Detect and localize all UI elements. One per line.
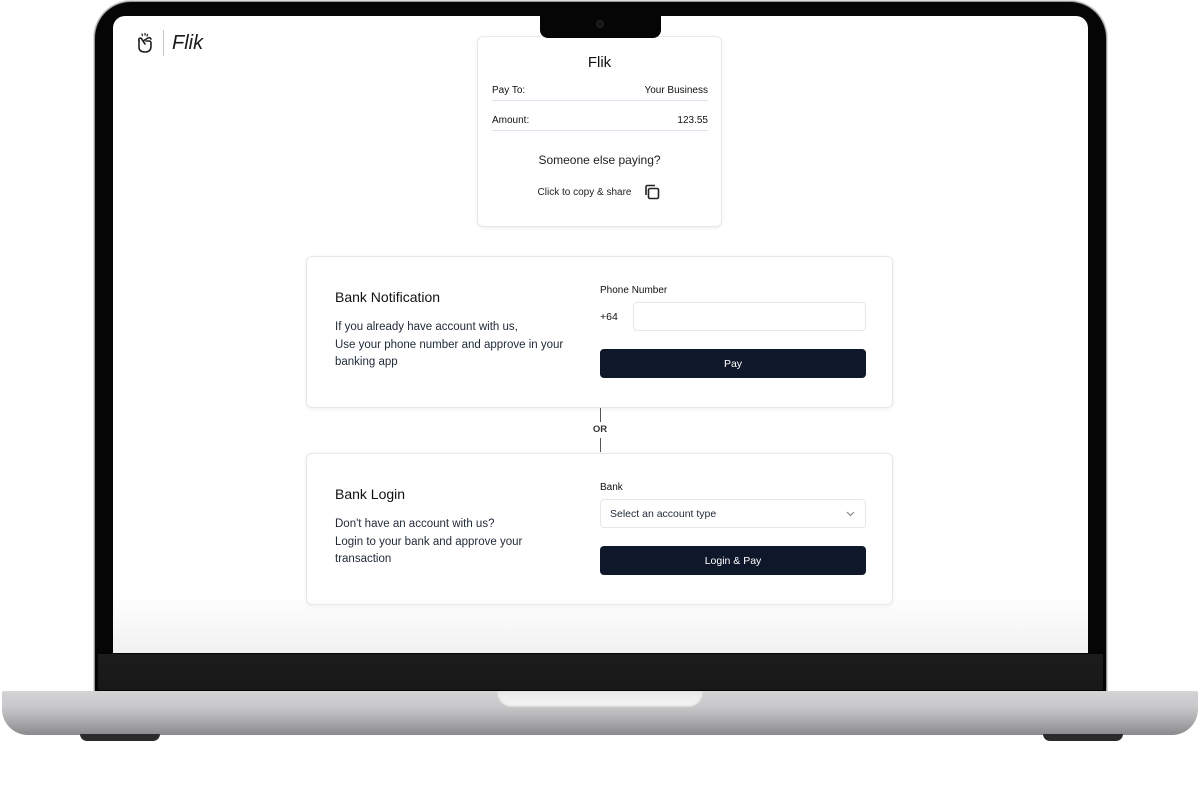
amount-value: 123.55 bbox=[677, 115, 708, 126]
logo-divider bbox=[163, 30, 164, 56]
laptop-chin bbox=[98, 654, 1103, 690]
payment-summary-card: Flik Pay To: Your Business Amount: 123.5… bbox=[477, 36, 722, 227]
logo-text: Flik bbox=[172, 31, 204, 54]
hand-snap-icon bbox=[137, 32, 152, 53]
laptop-foot bbox=[80, 734, 160, 741]
screen: Flik Flik Pay To: Your Business Amount: … bbox=[113, 16, 1088, 653]
pay-button[interactable]: Pay bbox=[600, 349, 866, 378]
bank-label: Bank bbox=[600, 482, 623, 493]
laptop-foot bbox=[1043, 734, 1123, 741]
description-line: If you already have account with us, bbox=[335, 321, 518, 333]
or-divider: OR bbox=[590, 408, 610, 453]
pay-to-value: Your Business bbox=[644, 85, 708, 96]
account-type-select[interactable]: Select an account type bbox=[600, 499, 866, 528]
bank-login-card: Bank Login Don't have an account with us… bbox=[306, 453, 893, 605]
pay-to-row: Pay To: Your Business bbox=[492, 85, 708, 101]
phone-number-label: Phone Number bbox=[600, 285, 668, 296]
pay-to-label: Pay To: bbox=[492, 85, 526, 96]
description-line: Don't have an account with us? bbox=[335, 518, 495, 530]
or-label: OR bbox=[592, 424, 608, 435]
copy-icon[interactable] bbox=[643, 183, 661, 201]
divider-line bbox=[599, 408, 601, 422]
brand-logo[interactable]: Flik bbox=[135, 30, 203, 56]
bank-notification-card: Bank Notification If you already have ac… bbox=[306, 256, 893, 408]
amount-label: Amount: bbox=[492, 115, 530, 126]
phone-number-input[interactable] bbox=[633, 302, 866, 331]
divider-line bbox=[599, 438, 601, 452]
someone-else-paying-text: Someone else paying? bbox=[538, 153, 661, 167]
camera-icon bbox=[596, 20, 604, 28]
bank-notification-description: If you already have account with us, Use… bbox=[335, 319, 575, 372]
country-code-prefix: +64 bbox=[600, 311, 618, 323]
bank-login-description: Don't have an account with us? Login to … bbox=[335, 516, 575, 569]
description-line: Use your phone number and approve in you… bbox=[335, 338, 564, 369]
copy-share-button[interactable]: Click to copy & share bbox=[478, 183, 721, 201]
description-line: Login to your bank and approve your tran… bbox=[335, 535, 523, 566]
laptop-thumb-notch bbox=[497, 691, 703, 707]
select-value: Select an account type bbox=[610, 507, 717, 520]
bank-login-title: Bank Login bbox=[335, 486, 406, 502]
camera-notch bbox=[540, 14, 661, 38]
chevron-down-icon bbox=[846, 511, 855, 516]
login-and-pay-button[interactable]: Login & Pay bbox=[600, 546, 866, 575]
summary-title: Flik bbox=[587, 54, 612, 71]
bank-notification-title: Bank Notification bbox=[335, 289, 441, 305]
amount-row: Amount: 123.55 bbox=[492, 115, 708, 131]
copy-share-label: Click to copy & share bbox=[537, 186, 632, 198]
